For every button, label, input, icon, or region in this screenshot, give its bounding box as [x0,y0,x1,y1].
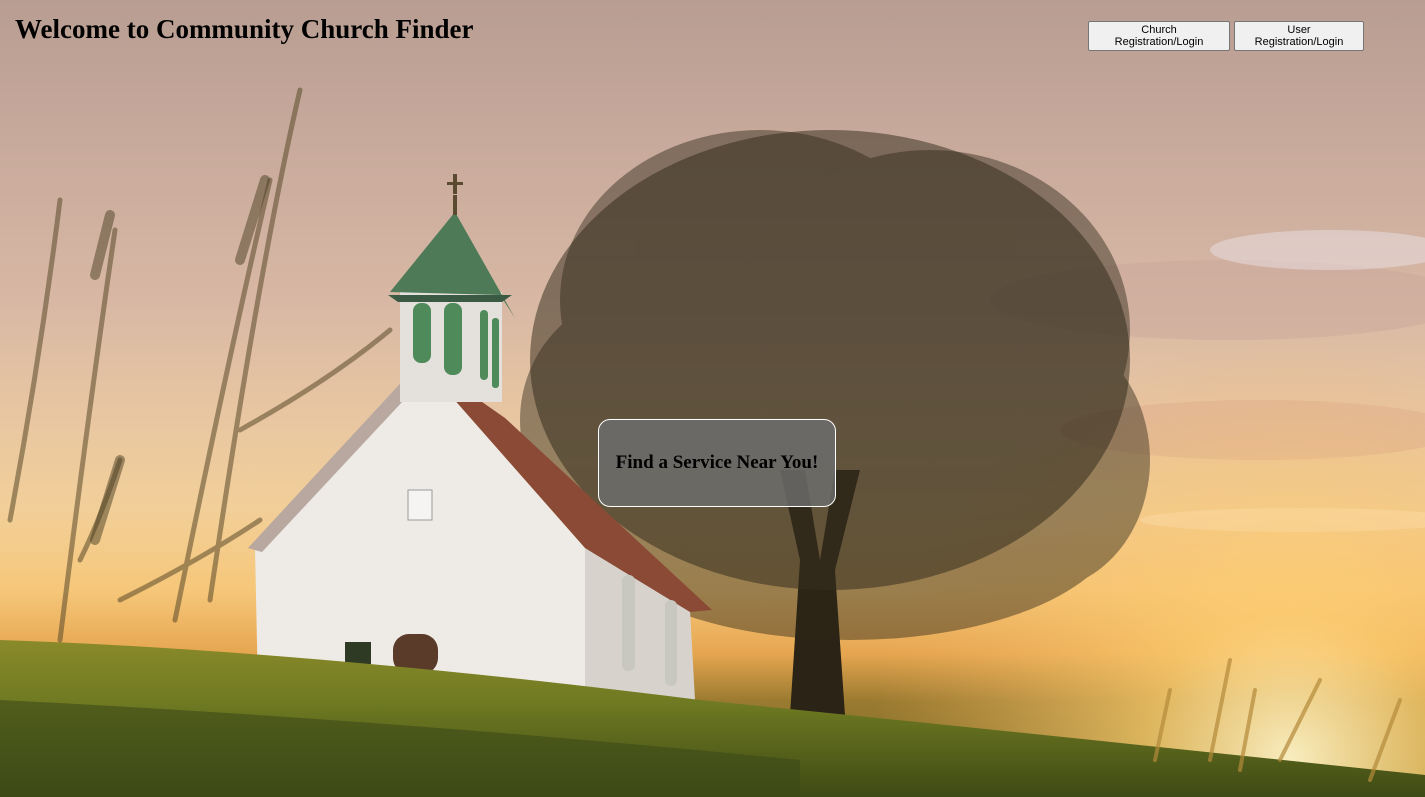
find-service-label: Find a Service Near You! [615,452,819,473]
church-registration-login-button[interactable]: Church Registration/Login [1088,21,1230,51]
page-title: Welcome to Community Church Finder [15,14,474,44]
background-image [0,0,1425,797]
find-service-button[interactable]: Find a Service Near You! [598,419,836,507]
church-landscape-illustration [0,0,1425,797]
auth-buttons: Church Registration/Login User Registrat… [1088,21,1364,51]
user-registration-login-button[interactable]: User Registration/Login [1234,21,1364,51]
